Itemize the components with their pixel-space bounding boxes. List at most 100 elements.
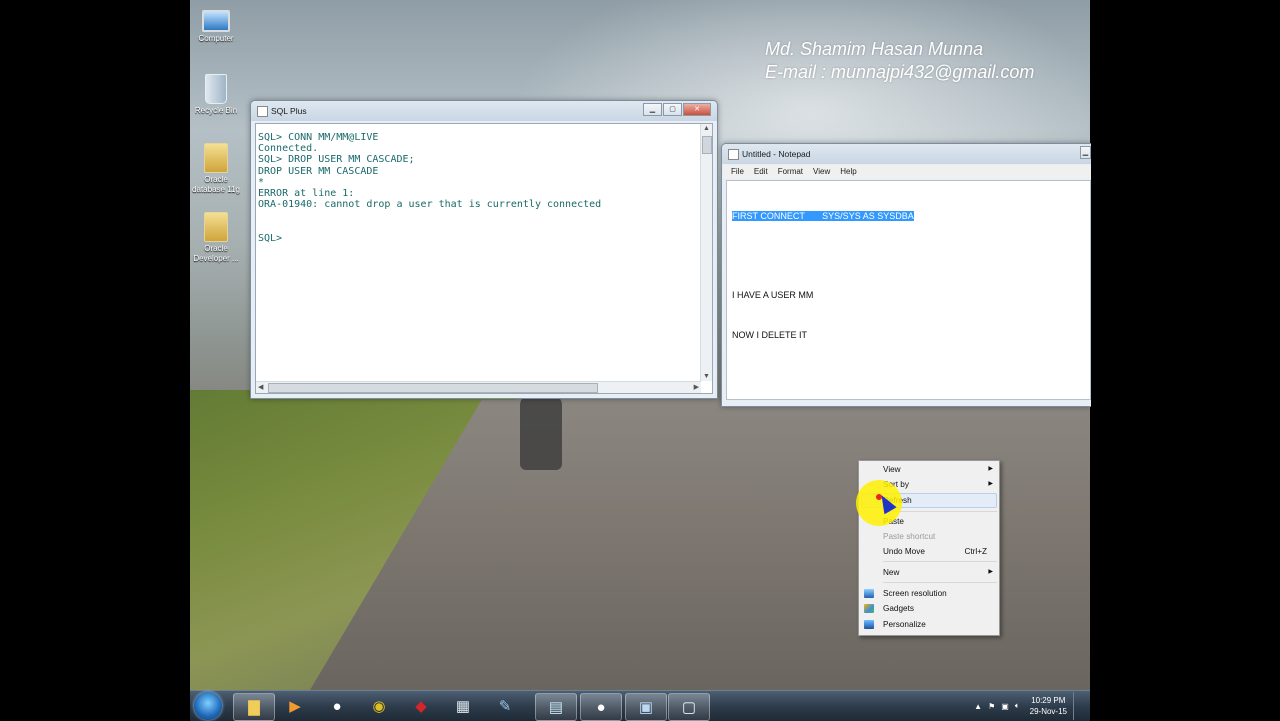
wallpaper-figure — [520, 395, 562, 470]
show-desktop-button[interactable] — [1073, 692, 1082, 720]
calculator-icon: ▦ — [455, 698, 471, 715]
menu-separator — [883, 561, 997, 562]
clock-time: 10:29 PM — [1031, 696, 1066, 705]
menu-view[interactable]: View — [813, 165, 830, 179]
watermark-name: Md. Shamim Hasan Munna — [765, 39, 984, 59]
menu-file[interactable]: File — [731, 165, 744, 179]
notepad-line: I HAVE A USER MM — [732, 290, 814, 301]
console-line: SQL> CONN MM/MM@LIVE — [258, 132, 379, 143]
notepad-line: NOW I DELETE IT — [732, 330, 808, 341]
menu-help[interactable]: Help — [840, 165, 856, 179]
recycle-bin-icon — [205, 74, 227, 104]
console-line: Connected. — [258, 143, 319, 155]
sqlplus-console[interactable]: SQL> CONN MM/MM@LIVE Connected. SQL> DROP … — [255, 123, 713, 394]
menu-item-view[interactable]: View ▶ — [859, 462, 999, 477]
clock-date: 29-Nov-15 — [1029, 707, 1067, 716]
show-hidden-icons-icon[interactable]: ▲ — [974, 702, 982, 711]
paint-icon: ✎ — [498, 698, 512, 715]
notepad-app-icon — [728, 149, 739, 160]
menu-separator — [883, 582, 997, 583]
chevron-right-icon: ▶ — [988, 569, 993, 575]
clock[interactable]: 10:29 PM 29-Nov-15 — [1030, 695, 1067, 717]
taskbar-paint[interactable]: ✎ — [485, 693, 525, 719]
menu-item-paste-shortcut: Paste shortcut — [883, 532, 936, 541]
menu-item-undo-move[interactable]: Undo Move Ctrl+Z — [859, 544, 999, 559]
taskbar-explorer[interactable]: ▇ — [233, 693, 275, 721]
horizontal-scrollbar[interactable]: ◀ ▶ — [256, 381, 701, 393]
start-button[interactable] — [194, 692, 222, 720]
console-line: DROP USER MM CASCADE — [258, 165, 379, 177]
volume-icon[interactable]: 🔈︎ — [1015, 701, 1020, 711]
sqlplus-icon: ▣ — [638, 699, 654, 716]
watermark: Md. Shamim Hasan Munna E-mail : munnajpi… — [765, 38, 1034, 84]
taskbar-media-player[interactable]: ▶ — [275, 693, 315, 719]
taskbar-notepad[interactable]: ▤ — [535, 693, 577, 721]
scroll-thumb[interactable] — [702, 136, 712, 154]
menu-item-gadgets[interactable]: Gadgets — [859, 601, 999, 616]
taskbar-book[interactable]: ◆ — [401, 693, 441, 719]
panda-icon: ● — [596, 698, 606, 716]
desktop-icon-oracle-database[interactable]: Oracle database 11g — [190, 143, 242, 195]
system-tray: ▲ ⚑ ▣ 🔈︎ 10:29 PM 29-Nov-15 — [974, 691, 1090, 721]
action-center-flag-icon[interactable]: ⚑ — [988, 702, 995, 711]
maximize-button[interactable]: ▢ — [663, 103, 682, 116]
desktop-icon-oracle-developer[interactable]: Oracle Developer ... — [190, 212, 242, 264]
selected-text: FIRST CONNECT SYS/SYS AS SYSDBA — [732, 210, 914, 221]
notepad-line — [732, 249, 914, 262]
menu-item-screen-resolution[interactable]: Screen resolution — [859, 586, 999, 601]
notepad-titlebar[interactable]: Untitled - Notepad ▁ — [722, 144, 1091, 164]
notepad-icon: ▤ — [548, 699, 564, 716]
computer-icon — [202, 10, 230, 32]
taskbar-chrome[interactable]: ◉ — [359, 693, 399, 719]
desktop-icon-label: Computer — [198, 34, 234, 43]
desktop-icon-label: Oracle database 11g — [192, 175, 240, 194]
console-line: ORA-01940: cannot drop a user that is cu… — [258, 199, 602, 211]
notepad-text-area[interactable]: FIRST CONNECT SYS/SYS AS SYSDBA I HAVE A… — [726, 180, 1091, 400]
sqlplus-window[interactable]: SQL Plus ▁ ▢ ✕ SQL> CONN MM/MM@LIVE Conne… — [250, 100, 718, 399]
sqlplus-titlebar[interactable]: SQL Plus ▁ ▢ ✕ — [251, 101, 717, 121]
taskbar-sqlplus[interactable]: ▣ — [625, 693, 667, 721]
watermark-email: E-mail : munnajpi432@gmail.com — [765, 62, 1035, 82]
monitor-icon — [864, 589, 874, 598]
menu-item-new[interactable]: New ▶ — [859, 565, 999, 580]
minimize-button[interactable]: ▁ — [1080, 146, 1091, 159]
taskbar: ▇ ▶ ● ◉ ◆ ▦ ✎ ▤ ● ▣ ▢ ▲ ⚑ ▣ 🔈︎ 10:29 PM … — [190, 690, 1090, 721]
taskbar-calculator[interactable]: ▦ — [443, 693, 483, 719]
menu-format[interactable]: Format — [778, 165, 803, 179]
sqlplus-output: SQL> CONN MM/MM@LIVE Connected. SQL> DROP … — [258, 132, 601, 244]
chevron-right-icon: ▶ — [988, 481, 993, 487]
chevron-right-icon: ▶ — [988, 466, 993, 472]
sqlplus-app-icon — [257, 106, 268, 117]
window-icon: ▢ — [681, 699, 697, 716]
taskbar-panda-2[interactable]: ● — [580, 693, 622, 721]
scroll-thumb[interactable] — [268, 383, 598, 393]
taskbar-panda[interactable]: ● — [317, 693, 357, 719]
desktop-icon-recycle-bin[interactable]: Recycle Bin — [190, 74, 242, 116]
desktop-icon-label: Oracle Developer ... — [193, 244, 239, 263]
shortcut-label: Ctrl+Z — [964, 547, 987, 556]
desktop-icon-computer[interactable]: Computer — [190, 6, 242, 44]
minimize-button[interactable]: ▁ — [643, 103, 662, 116]
console-line: SQL> DROP USER MM CASCADE; — [258, 154, 415, 166]
console-line: SQL> — [258, 232, 283, 244]
window-title: SQL Plus — [271, 106, 307, 116]
taskbar-window[interactable]: ▢ — [668, 693, 710, 721]
notepad-menubar: File Edit Format View Help — [723, 165, 1091, 179]
book-icon: ◆ — [415, 698, 427, 715]
gadgets-icon — [864, 604, 874, 613]
notepad-content: FIRST CONNECT SYS/SYS AS SYSDBA I HAVE A… — [732, 183, 914, 369]
folder-icon — [204, 212, 228, 242]
console-line: ERROR at line 1: — [258, 188, 355, 200]
window-title: Untitled - Notepad — [742, 149, 811, 159]
notepad-window[interactable]: Untitled - Notepad ▁ File Edit Format Vi… — [721, 143, 1091, 407]
chrome-icon: ◉ — [372, 698, 386, 715]
network-icon[interactable]: ▣ — [1001, 702, 1009, 711]
folder-icon: ▇ — [248, 699, 260, 716]
close-button[interactable]: ✕ — [683, 103, 711, 116]
menu-item-personalize[interactable]: Personalize — [859, 617, 999, 632]
menu-edit[interactable]: Edit — [754, 165, 768, 179]
vertical-scrollbar[interactable]: ▲ ▼ — [700, 124, 712, 381]
panda-icon: ● — [332, 697, 342, 715]
